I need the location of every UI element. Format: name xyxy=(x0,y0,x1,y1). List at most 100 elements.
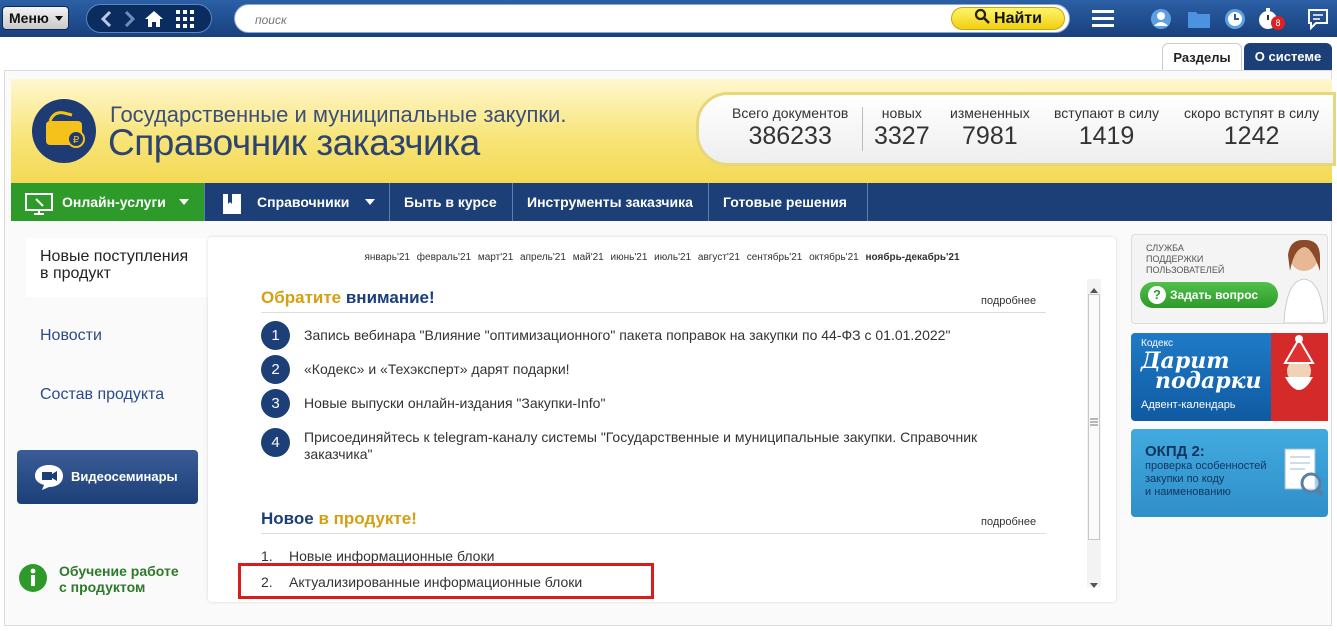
video-chat-icon xyxy=(34,463,64,494)
clock-icon[interactable] xyxy=(1222,6,1248,32)
month-link[interactable]: июль'21 xyxy=(654,252,691,263)
back-arrow-icon[interactable] xyxy=(95,8,119,30)
month-link-active[interactable]: ноябрь-декабрь'21 xyxy=(865,252,959,263)
stat-label: скоро вступят в силу xyxy=(1184,105,1320,121)
learning-link[interactable]: Обучение работе с продуктом xyxy=(18,560,208,600)
menu-button[interactable]: Меню xyxy=(2,6,69,30)
item-number-badge: 4 xyxy=(261,428,290,457)
stat-total[interactable]: Всего документов 386233 xyxy=(732,105,848,151)
attention-item-4-line1: Присоединяйтесь к telegram-каналу систем… xyxy=(304,429,978,445)
month-link[interactable]: март'21 xyxy=(478,252,513,263)
support-banner[interactable]: СЛУЖБА ПОДДЕРЖКИ ПОЛЬЗОВАТЕЛЕЙ ? Задать … xyxy=(1131,234,1328,324)
scroll-down-icon[interactable] xyxy=(1089,577,1099,588)
month-link[interactable]: февраль'21 xyxy=(417,252,471,263)
attention-item-1[interactable]: Запись вебинара "Влияние "оптимизационно… xyxy=(304,327,950,344)
new-more-link[interactable]: подробнее xyxy=(981,516,1036,528)
grip-icon xyxy=(1090,413,1098,426)
video-seminars-button[interactable]: Видеосеминары xyxy=(17,450,198,504)
attention-item-4[interactable]: Присоединяйтесь к telegram-каналу систем… xyxy=(304,429,977,463)
help-icon: ? xyxy=(1148,286,1166,304)
attention-item-2[interactable]: «Кодекс» и «Техэксперт» дарят подарки! xyxy=(304,361,570,378)
nav-customer-tools[interactable]: Инструменты заказчика xyxy=(527,183,693,221)
svg-text:₽: ₽ xyxy=(73,135,80,146)
month-link[interactable]: сентябрь'21 xyxy=(747,252,803,263)
month-link[interactable]: июнь'21 xyxy=(611,252,648,263)
search-input[interactable] xyxy=(253,9,937,31)
stat-value: 1242 xyxy=(1223,122,1280,150)
caret-down-icon xyxy=(179,199,189,205)
month-link[interactable]: январь'21 xyxy=(364,252,410,263)
nav-label: Справочники xyxy=(257,194,350,210)
month-link[interactable]: апрель'21 xyxy=(520,252,566,263)
item-number-badge: 3 xyxy=(261,389,290,418)
item-number-badge: 1 xyxy=(261,321,290,350)
okpd-text: проверка особенностей xyxy=(1145,460,1267,472)
nav-divider xyxy=(512,183,513,221)
home-icon[interactable] xyxy=(142,8,166,30)
attention-item-3[interactable]: Новые выпуски онлайн-издания "Закупки-In… xyxy=(304,395,605,412)
stat-upcoming[interactable]: скоро вступят в силу 1242 xyxy=(1184,105,1319,151)
nav-online-services[interactable]: Онлайн-услуги xyxy=(11,183,204,221)
stat-value: 386233 xyxy=(748,122,832,150)
gift-title: подарки xyxy=(1155,368,1262,394)
stat-new[interactable]: новых 3327 xyxy=(874,105,930,151)
gift-caption: Адвент-календарь xyxy=(1141,399,1236,411)
stat-label: вступают в силу xyxy=(1054,105,1160,121)
nav-divider xyxy=(389,183,390,221)
sidebar-item-new-arrivals[interactable]: Новые поступления в продукт xyxy=(26,238,211,297)
find-button[interactable]: Найти xyxy=(951,7,1065,30)
nav-keep-informed[interactable]: Быть в курсе xyxy=(404,183,497,221)
info-icon xyxy=(18,563,48,598)
okpd-title: ОКПД 2: xyxy=(1145,443,1205,460)
folder-icon[interactable] xyxy=(1186,6,1212,32)
forward-arrow-icon[interactable] xyxy=(117,8,141,30)
nav-divider xyxy=(867,183,868,221)
hamburger-icon[interactable] xyxy=(1090,6,1116,32)
search-icon xyxy=(974,8,990,30)
month-link[interactable]: май'21 xyxy=(573,252,604,263)
new-item-1[interactable]: Новые информационные блоки xyxy=(289,548,494,564)
new-title-part1: Новое xyxy=(261,509,314,528)
divider xyxy=(261,533,1046,534)
message-icon[interactable] xyxy=(1305,6,1331,32)
stat-effective[interactable]: вступают в силу 1419 xyxy=(1054,105,1159,151)
user-icon[interactable] xyxy=(1148,6,1174,32)
monitor-icon xyxy=(25,191,53,229)
stat-divider xyxy=(862,107,863,151)
scroll-up-icon[interactable] xyxy=(1089,281,1099,293)
item-number-badge: 2 xyxy=(261,355,290,384)
sidebar-item-label: Новые поступления xyxy=(40,248,189,265)
sidebar-item-composition[interactable]: Состав продукта xyxy=(40,386,164,404)
divider xyxy=(261,312,1046,313)
ask-question-button[interactable]: ? Задать вопрос xyxy=(1140,282,1278,308)
gifts-banner[interactable]: Кодекс Дарит подарки Адвент-календарь xyxy=(1131,333,1328,421)
video-seminars-label: Видеосеминары xyxy=(71,469,178,484)
stat-value: 7981 xyxy=(962,122,1018,150)
highlight-box xyxy=(238,563,654,599)
tab-about[interactable]: О системе xyxy=(1244,43,1332,70)
grid-icon[interactable] xyxy=(173,8,197,30)
book-icon xyxy=(222,191,242,229)
caret-down-icon xyxy=(365,199,375,205)
month-link[interactable]: октябрь'21 xyxy=(809,252,859,263)
support-text: ПОЛЬЗОВАТЕЛЕЙ xyxy=(1146,265,1225,275)
stat-label: новых xyxy=(881,105,922,121)
new-in-product-title: Новое в продукте! xyxy=(261,509,417,529)
nav-reference[interactable]: Справочники xyxy=(205,183,389,221)
learning-label: с продуктом xyxy=(59,579,146,595)
tabs-row xyxy=(0,37,1337,70)
tab-sections[interactable]: Разделы xyxy=(1162,43,1242,70)
nav-ready-solutions[interactable]: Готовые решения xyxy=(723,183,847,221)
stat-value: 3327 xyxy=(874,122,930,150)
attention-title-part1: Обратите xyxy=(261,288,342,307)
sidebar-item-news[interactable]: Новости xyxy=(40,327,102,345)
new-title-part2: в продукте! xyxy=(318,509,417,528)
month-link[interactable]: август'21 xyxy=(698,252,740,263)
stat-changed[interactable]: измененных 7981 xyxy=(950,105,1030,151)
attention-more-link[interactable]: подробнее xyxy=(981,295,1036,307)
ask-question-label: Задать вопрос xyxy=(1170,288,1259,302)
wallet-logo-icon: ₽ xyxy=(32,99,96,163)
attention-title-part2: внимание! xyxy=(345,288,435,307)
okpd-banner[interactable]: ОКПД 2: проверка особенностей закупки по… xyxy=(1131,429,1328,517)
stopwatch-icon[interactable]: 8 xyxy=(1256,6,1285,32)
